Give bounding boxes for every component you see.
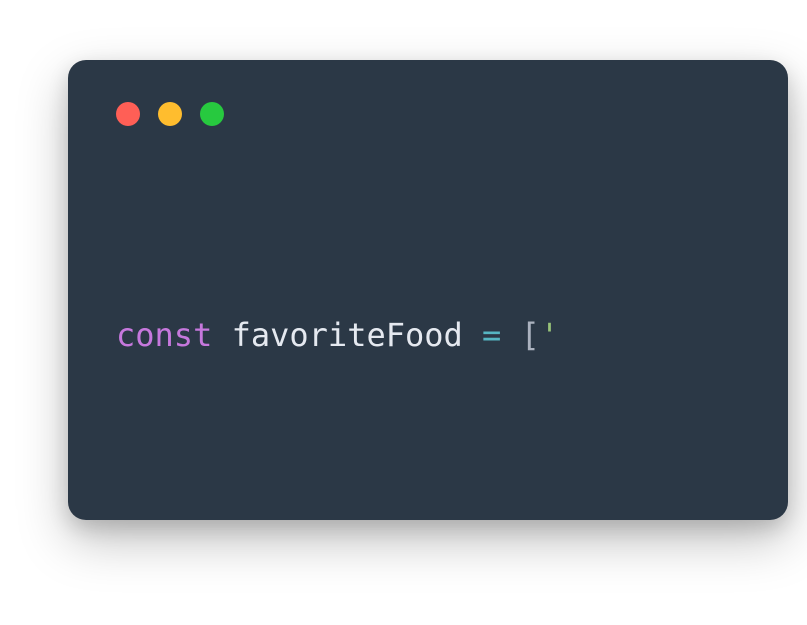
token-operator: =: [482, 316, 501, 354]
token-string: ': [540, 316, 559, 354]
code-area: const favoriteFood = [' console.log(...f…: [68, 120, 788, 520]
token-keyword: const: [116, 316, 212, 354]
token-space: [463, 316, 482, 354]
window-titlebar: [68, 60, 788, 120]
minimize-icon[interactable]: [158, 102, 182, 126]
code-line-1: const favoriteFood = [': [116, 311, 788, 359]
token-identifier: favoriteFood: [232, 316, 463, 354]
token-bracket: [: [521, 316, 540, 354]
token-space: [501, 316, 520, 354]
code-editor-window: const favoriteFood = [' console.log(...f…: [68, 60, 788, 520]
zoom-icon[interactable]: [200, 102, 224, 126]
close-icon[interactable]: [116, 102, 140, 126]
token-space: [212, 316, 231, 354]
code-line-2: [116, 455, 788, 503]
